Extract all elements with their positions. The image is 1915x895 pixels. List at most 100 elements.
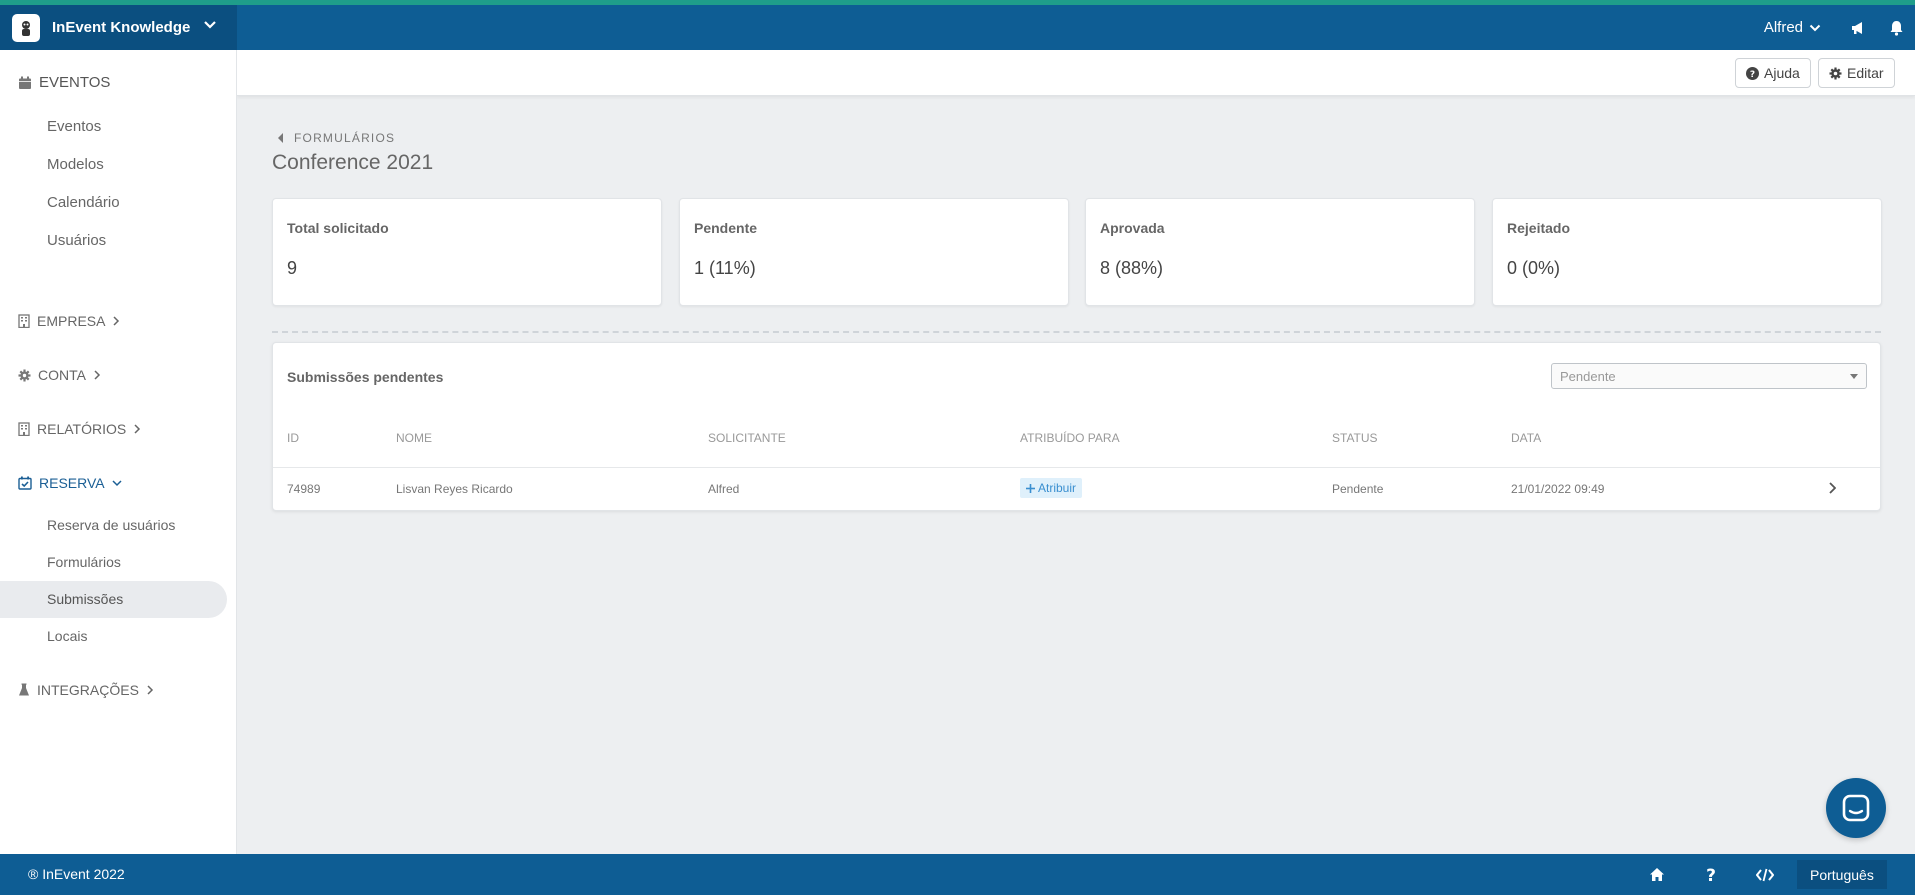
sidebar-section-integracoes[interactable]: INTEGRAÇÕES [18, 682, 154, 698]
sidebar-section-reserva[interactable]: RESERVA [18, 475, 122, 491]
pending-submissions-panel: Submissões pendentes Pendente ID NOME SO… [272, 342, 1881, 511]
home-button[interactable] [1630, 854, 1684, 895]
chevron-right-icon [146, 685, 154, 695]
stat-label: Total solicitado [287, 220, 389, 236]
building-icon [18, 314, 30, 328]
sidebar-item-eventos[interactable]: Eventos [47, 118, 101, 135]
chevron-right-icon [133, 424, 141, 434]
panel-title: Submissões pendentes [287, 369, 444, 385]
page-title: Conference 2021 [272, 151, 434, 174]
cell-name: Lisvan Reyes Ricardo [396, 482, 513, 496]
calendar-icon [18, 76, 32, 90]
building-icon [18, 422, 30, 436]
sidebar-item-formularios[interactable]: Formulários [47, 554, 121, 570]
cell-id: 74989 [287, 482, 321, 496]
notifications-button[interactable] [1877, 5, 1915, 50]
brand-switcher[interactable]: InEvent Knowledge [0, 5, 237, 50]
brand-name: InEvent Knowledge [52, 19, 191, 36]
help-link[interactable]: ? [1684, 854, 1738, 895]
sidebar-section-label: RESERVA [39, 475, 105, 491]
sidebar-item-locais[interactable]: Locais [47, 628, 87, 644]
sidebar-section-label: CONTA [38, 367, 86, 383]
code-icon [1756, 868, 1774, 882]
developer-button[interactable] [1738, 854, 1792, 895]
breadcrumb-label: FORMULÁRIOS [294, 131, 396, 145]
table-row[interactable]: 74989 Lisvan Reyes Ricardo Alfred Atribu… [273, 467, 1880, 511]
cell-date: 21/01/2022 09:49 [1511, 482, 1605, 496]
section-divider [272, 331, 1881, 333]
calendar-check-icon [18, 476, 32, 490]
chevron-right-icon [93, 370, 101, 380]
plus-icon [1026, 483, 1035, 493]
stat-card-pending: Pendente 1 (11%) [679, 198, 1069, 306]
sidebar-section-label: EMPRESA [37, 313, 106, 329]
stat-label: Rejeitado [1507, 220, 1571, 236]
help-button-label: Ajuda [1764, 65, 1800, 81]
cell-status: Pendente [1332, 482, 1384, 496]
sidebar: EVENTOS Eventos Modelos Calendário Usuár… [0, 50, 237, 854]
svg-text:?: ? [1750, 70, 1755, 80]
column-header-date: DATA [1511, 431, 1542, 445]
home-icon [1649, 867, 1665, 882]
gear-icon [18, 369, 31, 382]
column-header-assigned: ATRIBUÍDO PARA [1020, 431, 1120, 445]
breadcrumb[interactable]: FORMULÁRIOS [278, 131, 395, 145]
bell-icon [1889, 20, 1904, 36]
assign-button-label: Atribuir [1038, 481, 1077, 495]
edit-button-label: Editar [1847, 65, 1884, 81]
status-filter-value: Pendente [1560, 368, 1616, 384]
stat-card-total: Total solicitado 9 [272, 198, 662, 306]
sidebar-item-usuarios[interactable]: Usuários [47, 232, 106, 249]
sidebar-item-submissoes[interactable]: Submissões [47, 591, 123, 607]
status-filter-select[interactable]: Pendente [1551, 363, 1867, 389]
chat-support-button[interactable] [1826, 778, 1886, 838]
question-icon: ? [1705, 867, 1717, 883]
assign-button[interactable]: Atribuir [1020, 478, 1083, 498]
sidebar-section-conta[interactable]: CONTA [18, 367, 101, 383]
sidebar-section-eventos[interactable]: EVENTOS [18, 74, 110, 91]
chevron-down-icon [112, 479, 122, 487]
stat-value: 8 (88%) [1100, 258, 1164, 278]
chevron-right-icon [112, 316, 120, 326]
chevron-down-icon [203, 18, 217, 32]
sidebar-section-relatorios[interactable]: RELATÓRIOS [18, 421, 141, 437]
chevron-right-icon[interactable] [1828, 482, 1836, 494]
column-header-id: ID [287, 431, 299, 445]
copyright: ® InEvent 2022 [28, 866, 125, 882]
help-button[interactable]: ? Ajuda [1735, 58, 1811, 88]
user-name: Alfred [1763, 19, 1803, 36]
sidebar-item-calendario[interactable]: Calendário [47, 194, 120, 211]
stat-card-rejected: Rejeitado 0 (0%) [1492, 198, 1882, 306]
sidebar-section-label: RELATÓRIOS [37, 421, 127, 437]
stat-value: 0 (0%) [1507, 258, 1561, 278]
caret-left-icon [278, 133, 284, 143]
column-header-status: STATUS [1332, 431, 1378, 445]
footer: ® InEvent 2022 ? Português [0, 854, 1915, 895]
page-toolbar: ? Ajuda Editar [237, 50, 1915, 96]
edit-button[interactable]: Editar [1818, 58, 1895, 88]
column-header-requester: SOLICITANTE [708, 431, 786, 445]
announcements-button[interactable] [1839, 5, 1877, 50]
sidebar-item-reserva-usuarios[interactable]: Reserva de usuários [47, 517, 175, 533]
brand-logo-icon [12, 13, 40, 42]
stat-value: 1 (11%) [694, 258, 756, 278]
stat-value: 9 [287, 258, 298, 278]
svg-text:?: ? [1706, 867, 1716, 883]
caret-down-icon [1850, 374, 1858, 379]
sidebar-section-empresa[interactable]: EMPRESA [18, 313, 120, 329]
sidebar-section-label: EVENTOS [39, 74, 111, 91]
top-bar: InEvent Knowledge Alfred [0, 0, 1915, 50]
stat-label: Pendente [694, 220, 758, 236]
column-header-name: NOME [396, 431, 432, 445]
chat-icon [1842, 794, 1870, 822]
stat-card-approved: Aprovada 8 (88%) [1085, 198, 1475, 306]
gear-icon [1829, 67, 1842, 80]
cell-requester: Alfred [708, 482, 740, 496]
sidebar-item-modelos[interactable]: Modelos [47, 156, 104, 173]
language-selector[interactable]: Português [1797, 860, 1887, 889]
chevron-down-icon [1809, 22, 1821, 34]
question-circle-icon: ? [1746, 66, 1759, 80]
megaphone-icon [1850, 20, 1866, 36]
flask-icon [18, 683, 30, 697]
user-menu[interactable]: Alfred [1764, 19, 1821, 36]
